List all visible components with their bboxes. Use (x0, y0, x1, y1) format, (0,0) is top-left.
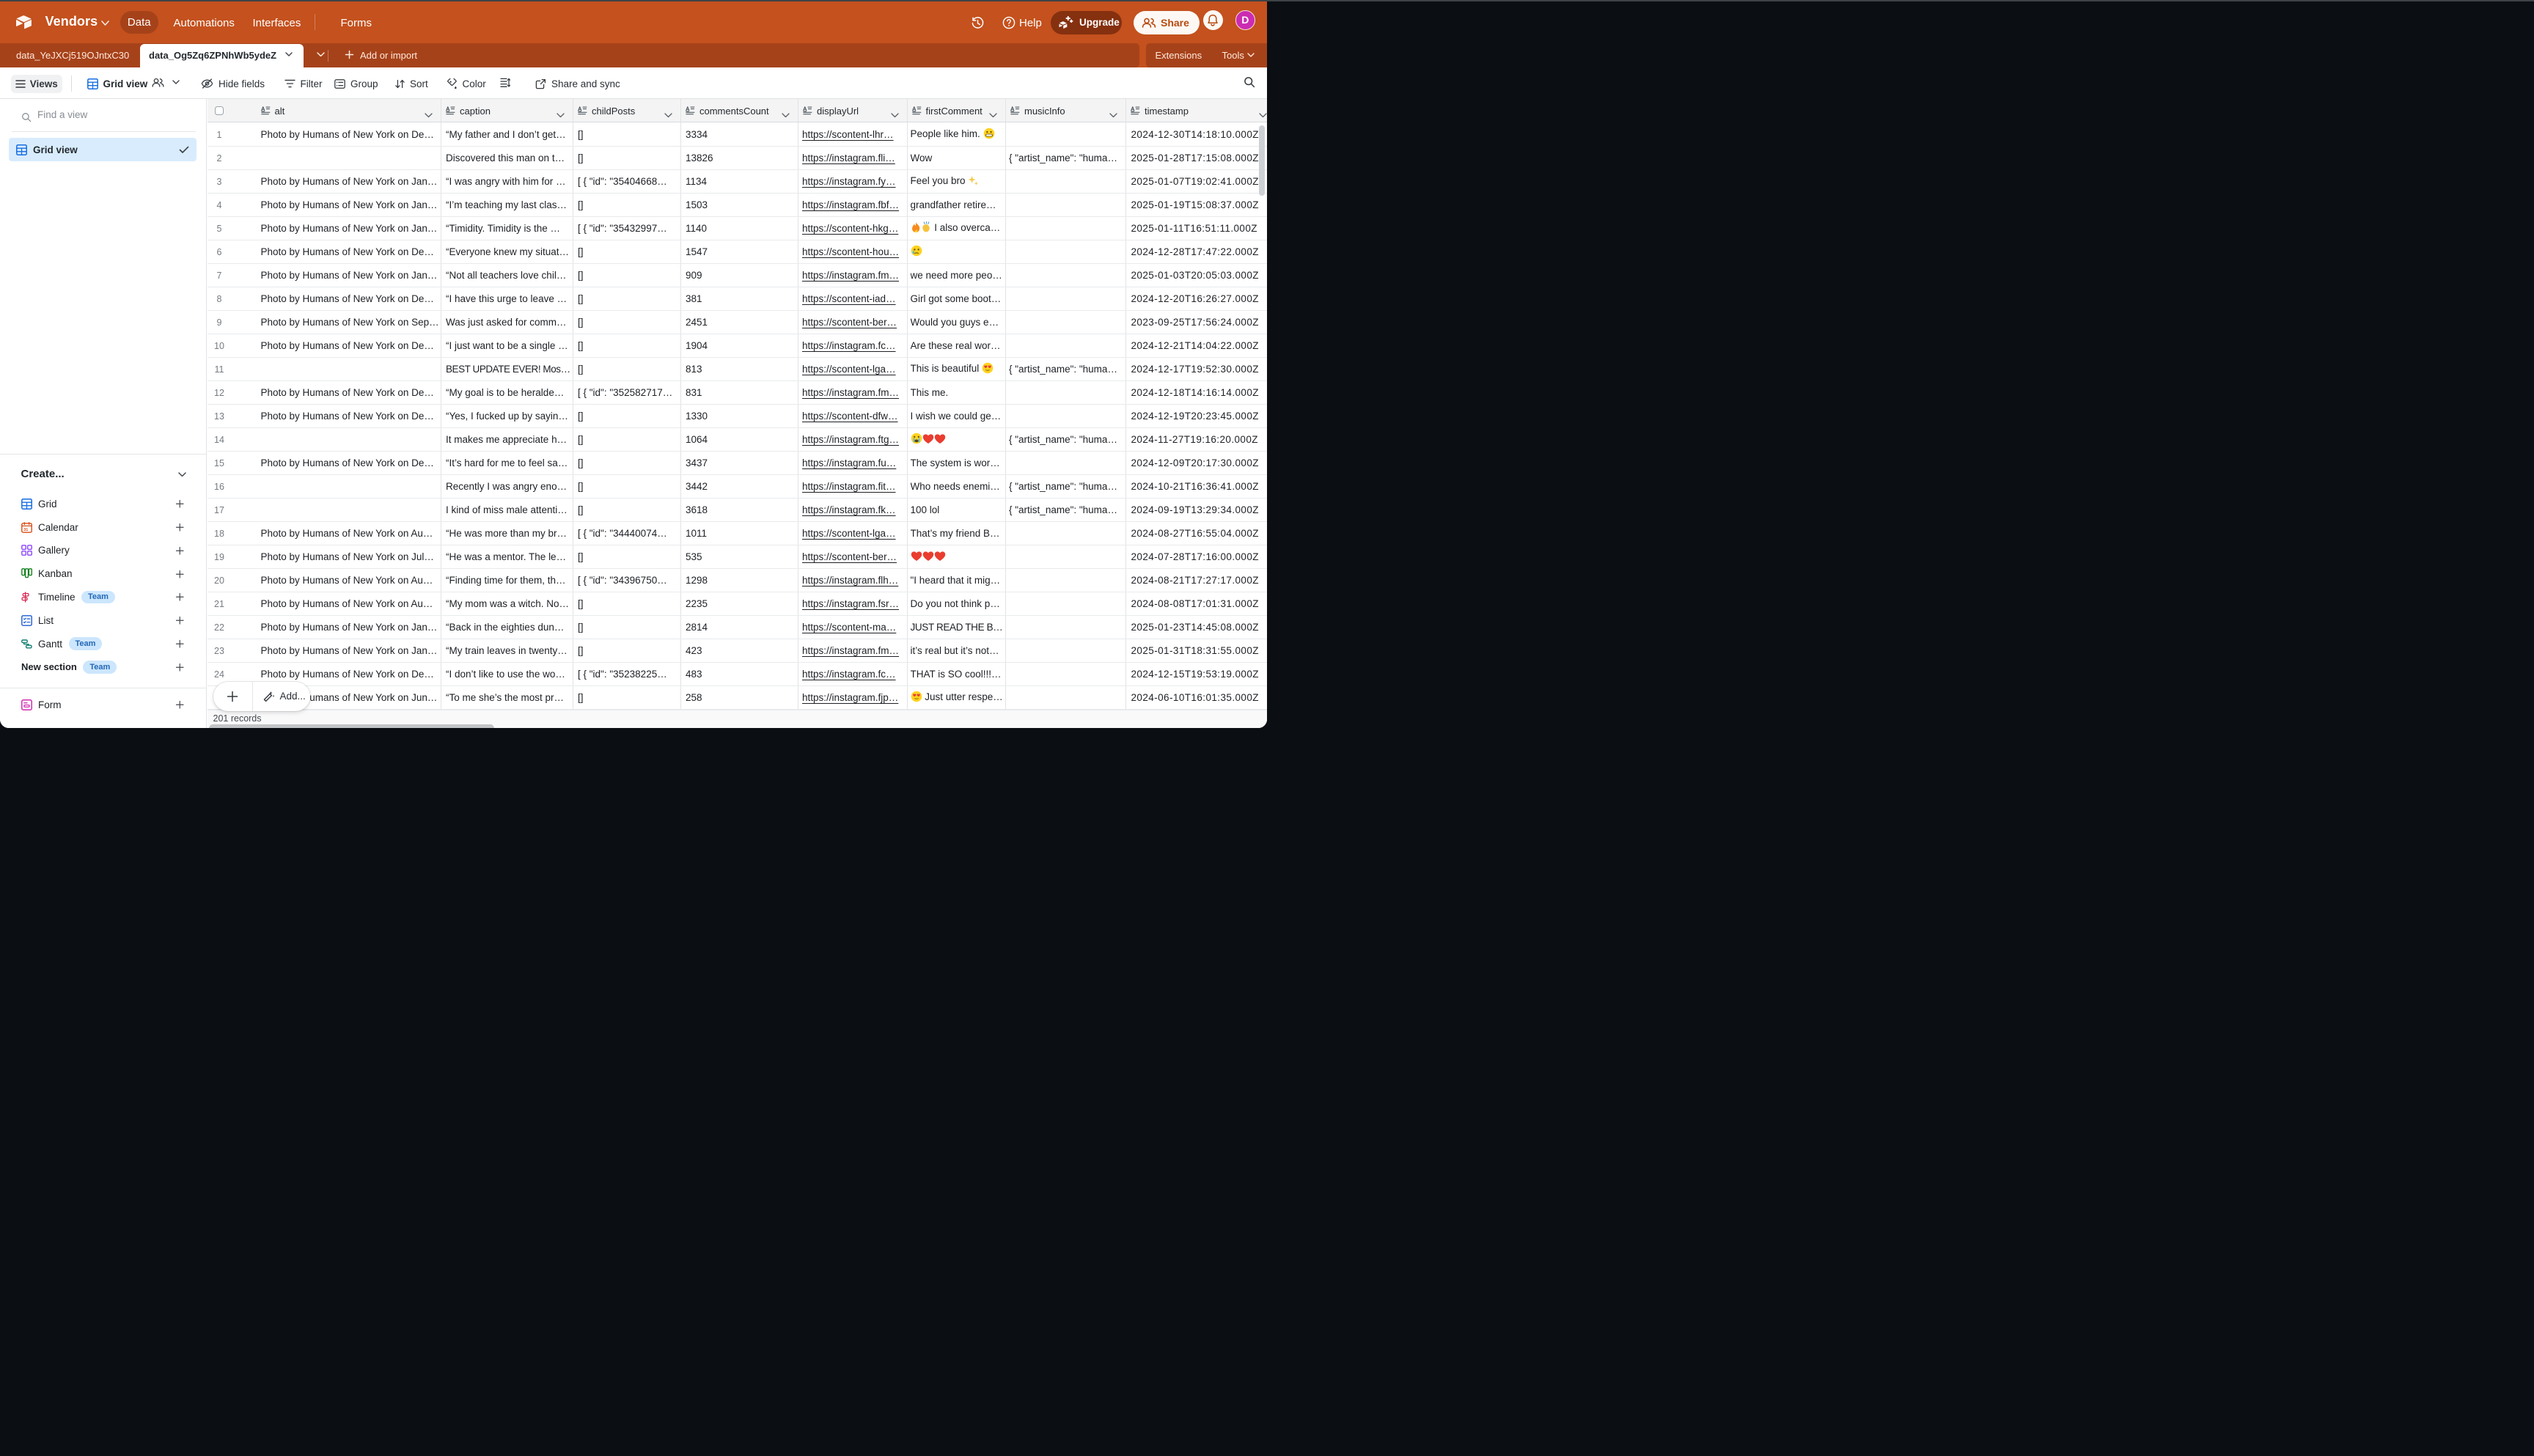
svg-text:31: 31 (23, 527, 28, 532)
